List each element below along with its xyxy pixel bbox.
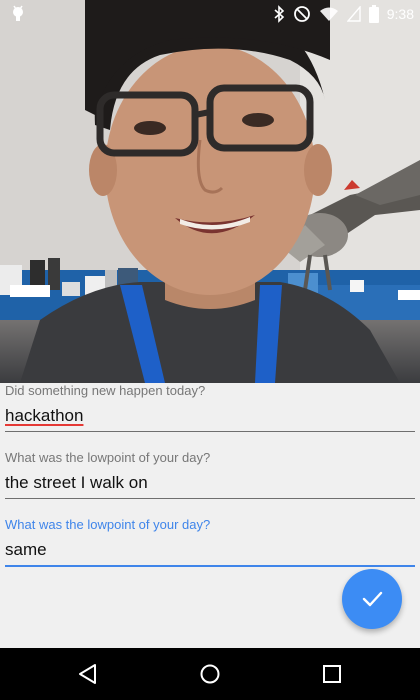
question-field-new-today[interactable]: Did something new happen today? hackatho… — [5, 383, 415, 432]
answer-text: hackathon — [5, 406, 84, 425]
back-icon — [79, 664, 96, 684]
answer-text: the street I walk on — [5, 473, 148, 492]
question-field-lowpoint[interactable]: What was the lowpoint of your day? the s… — [5, 450, 415, 499]
nav-recents-button[interactable] — [320, 662, 344, 686]
camera-photo — [0, 0, 420, 383]
wifi-icon — [319, 7, 338, 21]
recents-icon — [323, 665, 341, 683]
answer-input[interactable]: same — [5, 533, 415, 567]
answer-text: same — [5, 540, 47, 559]
question-label: What was the lowpoint of your day? — [5, 517, 211, 532]
battery-icon — [368, 5, 379, 23]
signal-icon — [346, 6, 361, 22]
status-bar: 9:38 — [0, 0, 420, 28]
home-icon — [200, 664, 220, 684]
do-not-disturb-icon — [293, 6, 310, 22]
question-label: What was the lowpoint of your day? — [5, 450, 211, 465]
nav-home-button[interactable] — [198, 662, 222, 686]
bluetooth-icon — [274, 5, 284, 23]
question-label: Did something new happen today? — [5, 383, 206, 398]
check-icon — [362, 591, 383, 607]
navigation-bar — [0, 648, 420, 700]
app-screen: 9:38 Did something new happen today? hac… — [0, 0, 420, 700]
answer-input[interactable]: hackathon — [5, 399, 415, 432]
android-notification-icon — [13, 5, 23, 21]
nav-back-button[interactable] — [76, 662, 100, 686]
photo-illustration — [0, 0, 420, 383]
question-field-lowpoint-focused[interactable]: What was the lowpoint of your day? same — [5, 517, 415, 567]
status-time: 9:38 — [386, 6, 414, 22]
submit-fab-button[interactable] — [342, 569, 402, 629]
answer-input[interactable]: the street I walk on — [5, 466, 415, 499]
